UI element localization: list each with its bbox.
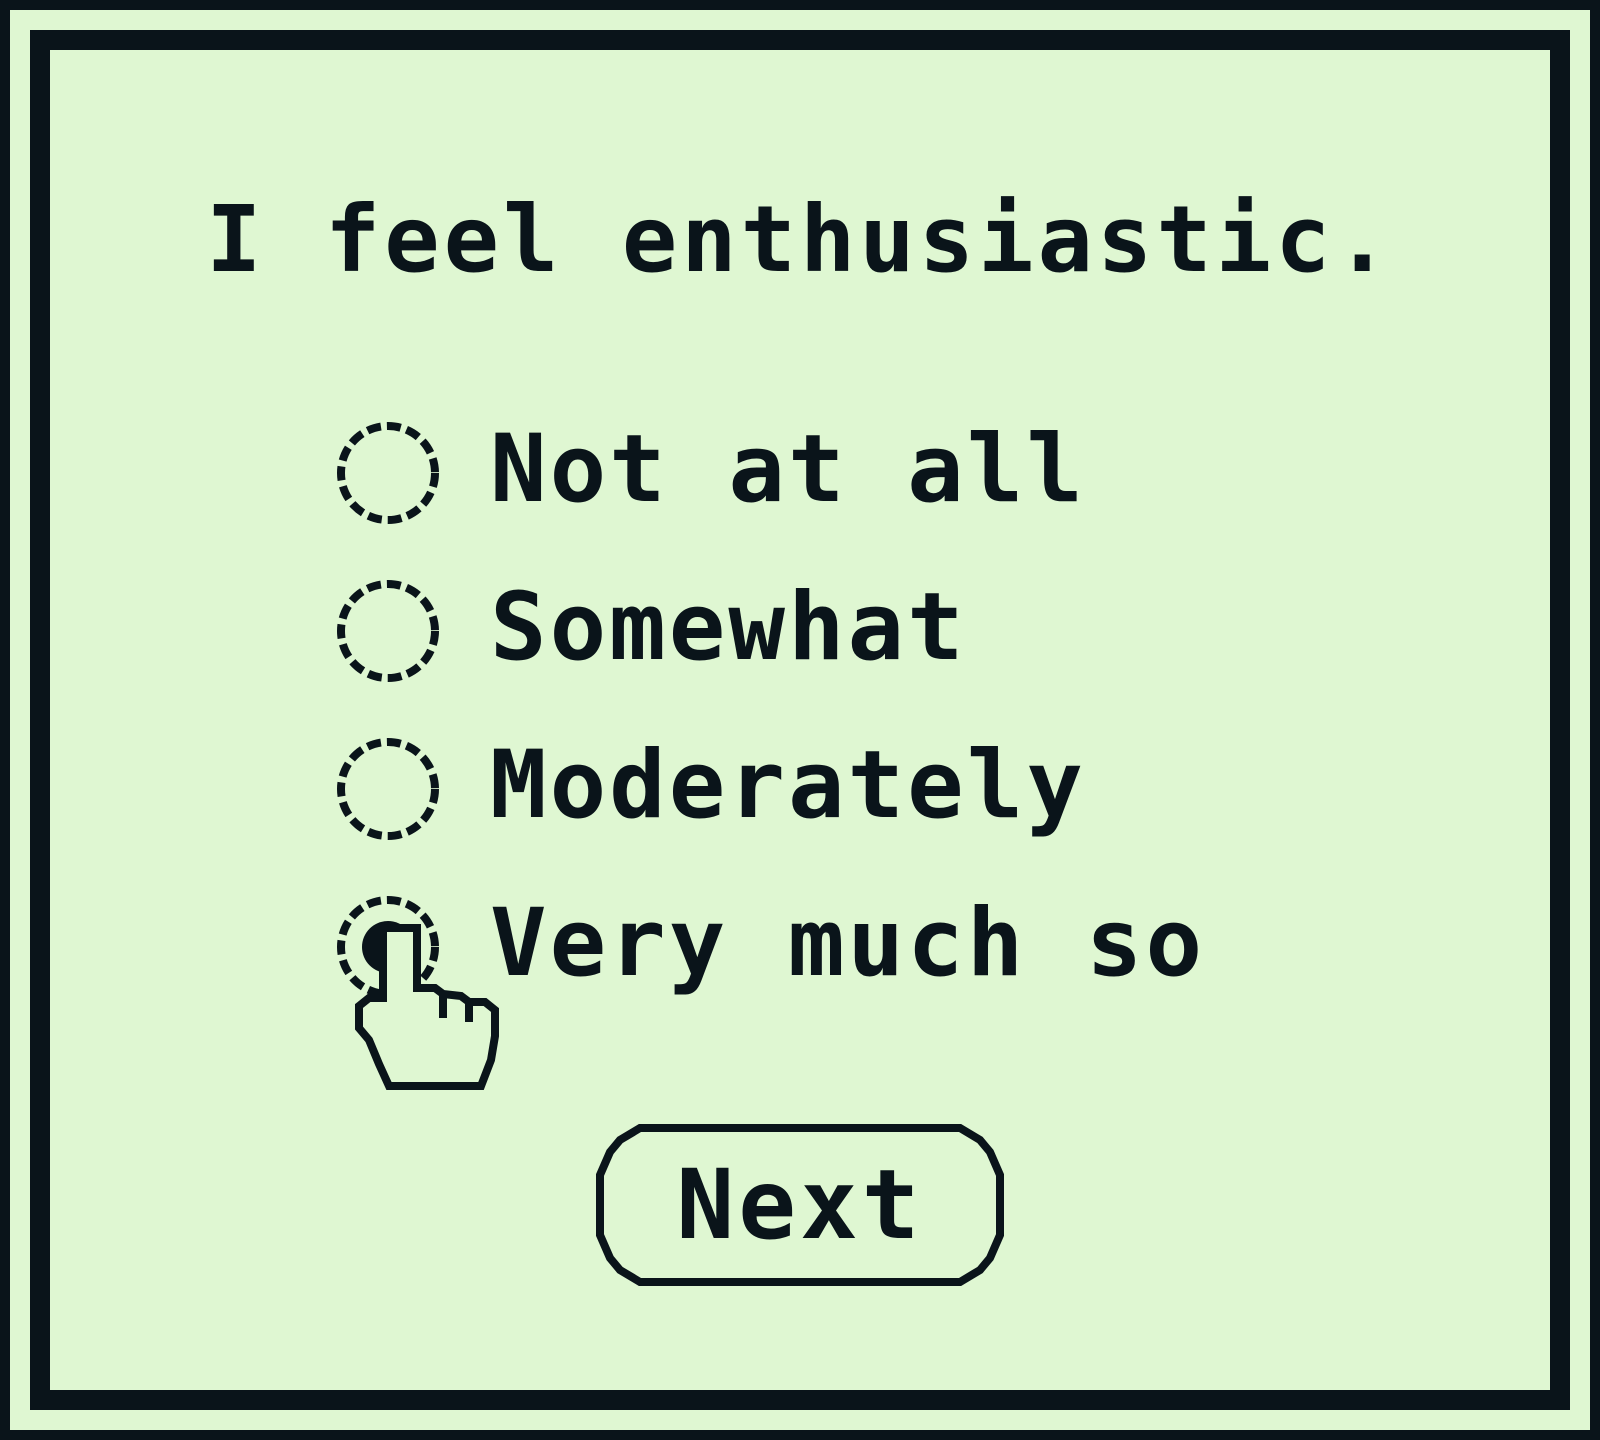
option-somewhat[interactable]: Somewhat: [335, 573, 1335, 683]
radio-button-unselected[interactable]: [335, 420, 441, 526]
radio-button-unselected[interactable]: [335, 736, 441, 842]
option-moderately[interactable]: Moderately: [335, 731, 1335, 841]
radio-button-unselected[interactable]: [335, 578, 441, 684]
pointing-hand-icon: [355, 924, 499, 1090]
question-text: I feel enthusiastic.: [206, 186, 1394, 293]
option-label: Very much so: [490, 889, 1206, 998]
option-label: Not at all: [490, 415, 1086, 524]
option-not-at-all[interactable]: Not at all: [335, 415, 1335, 525]
option-label: Moderately: [490, 731, 1086, 840]
next-button-label: Next: [676, 1149, 924, 1261]
next-button[interactable]: Next: [590, 1120, 1010, 1290]
option-label: Somewhat: [490, 573, 967, 682]
